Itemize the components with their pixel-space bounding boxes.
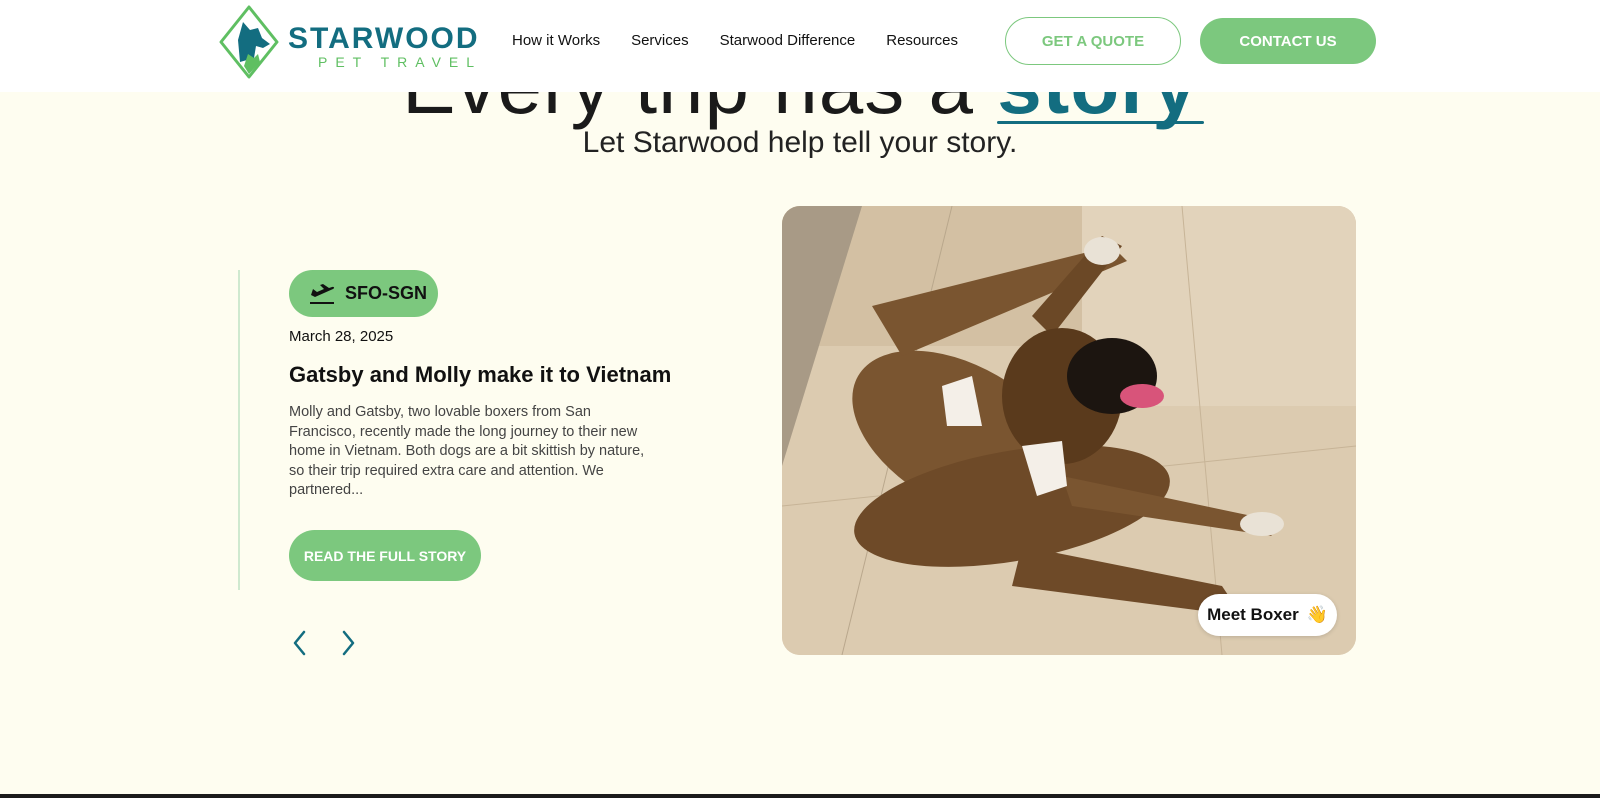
- logo-tagline: PET TRAVEL: [318, 54, 483, 70]
- chevron-left-icon[interactable]: [290, 629, 310, 657]
- story-photo: [782, 206, 1356, 655]
- route-label: SFO-SGN: [345, 283, 428, 303]
- logo-wordmark: STARWOOD: [288, 22, 480, 55]
- logo-dog-icon: [219, 5, 279, 79]
- meet-boxer-label: Meet Boxer: [1207, 605, 1299, 624]
- main-nav: How it Works Services Starwood Differenc…: [512, 32, 989, 49]
- nav-how-it-works[interactable]: How it Works: [512, 32, 600, 49]
- story-divider: [238, 270, 240, 590]
- meet-boxer-badge[interactable]: Meet Boxer 👋: [1198, 594, 1337, 636]
- get-a-quote-button[interactable]: GET A QUOTE: [1005, 17, 1181, 65]
- bottom-edge-bar: [0, 794, 1600, 798]
- waving-hand-icon: 👋: [1306, 605, 1328, 625]
- route-badge: SFO-SGN: [289, 270, 438, 317]
- nav-services[interactable]: Services: [631, 32, 689, 49]
- nav-resources[interactable]: Resources: [886, 32, 958, 49]
- story-title: Gatsby and Molly make it to Vietnam: [289, 362, 672, 387]
- story-excerpt: Molly and Gatsby, two lovable boxers fro…: [289, 404, 645, 499]
- site-header: STARWOOD PET TRAVEL How it Works Service…: [0, 0, 1600, 92]
- read-full-story-button[interactable]: READ THE FULL STORY: [289, 530, 481, 581]
- hero-subtitle: Let Starwood help tell your story.: [582, 126, 1018, 159]
- chevron-right-icon[interactable]: [338, 629, 358, 657]
- logo[interactable]: STARWOOD PET TRAVEL: [218, 4, 478, 80]
- boxer-dog-image: [782, 206, 1356, 655]
- contact-us-button[interactable]: CONTACT US: [1200, 18, 1376, 64]
- plane-departure-icon: [310, 283, 335, 304]
- story-date: March 28, 2025: [289, 328, 394, 345]
- nav-starwood-difference[interactable]: Starwood Difference: [720, 32, 856, 49]
